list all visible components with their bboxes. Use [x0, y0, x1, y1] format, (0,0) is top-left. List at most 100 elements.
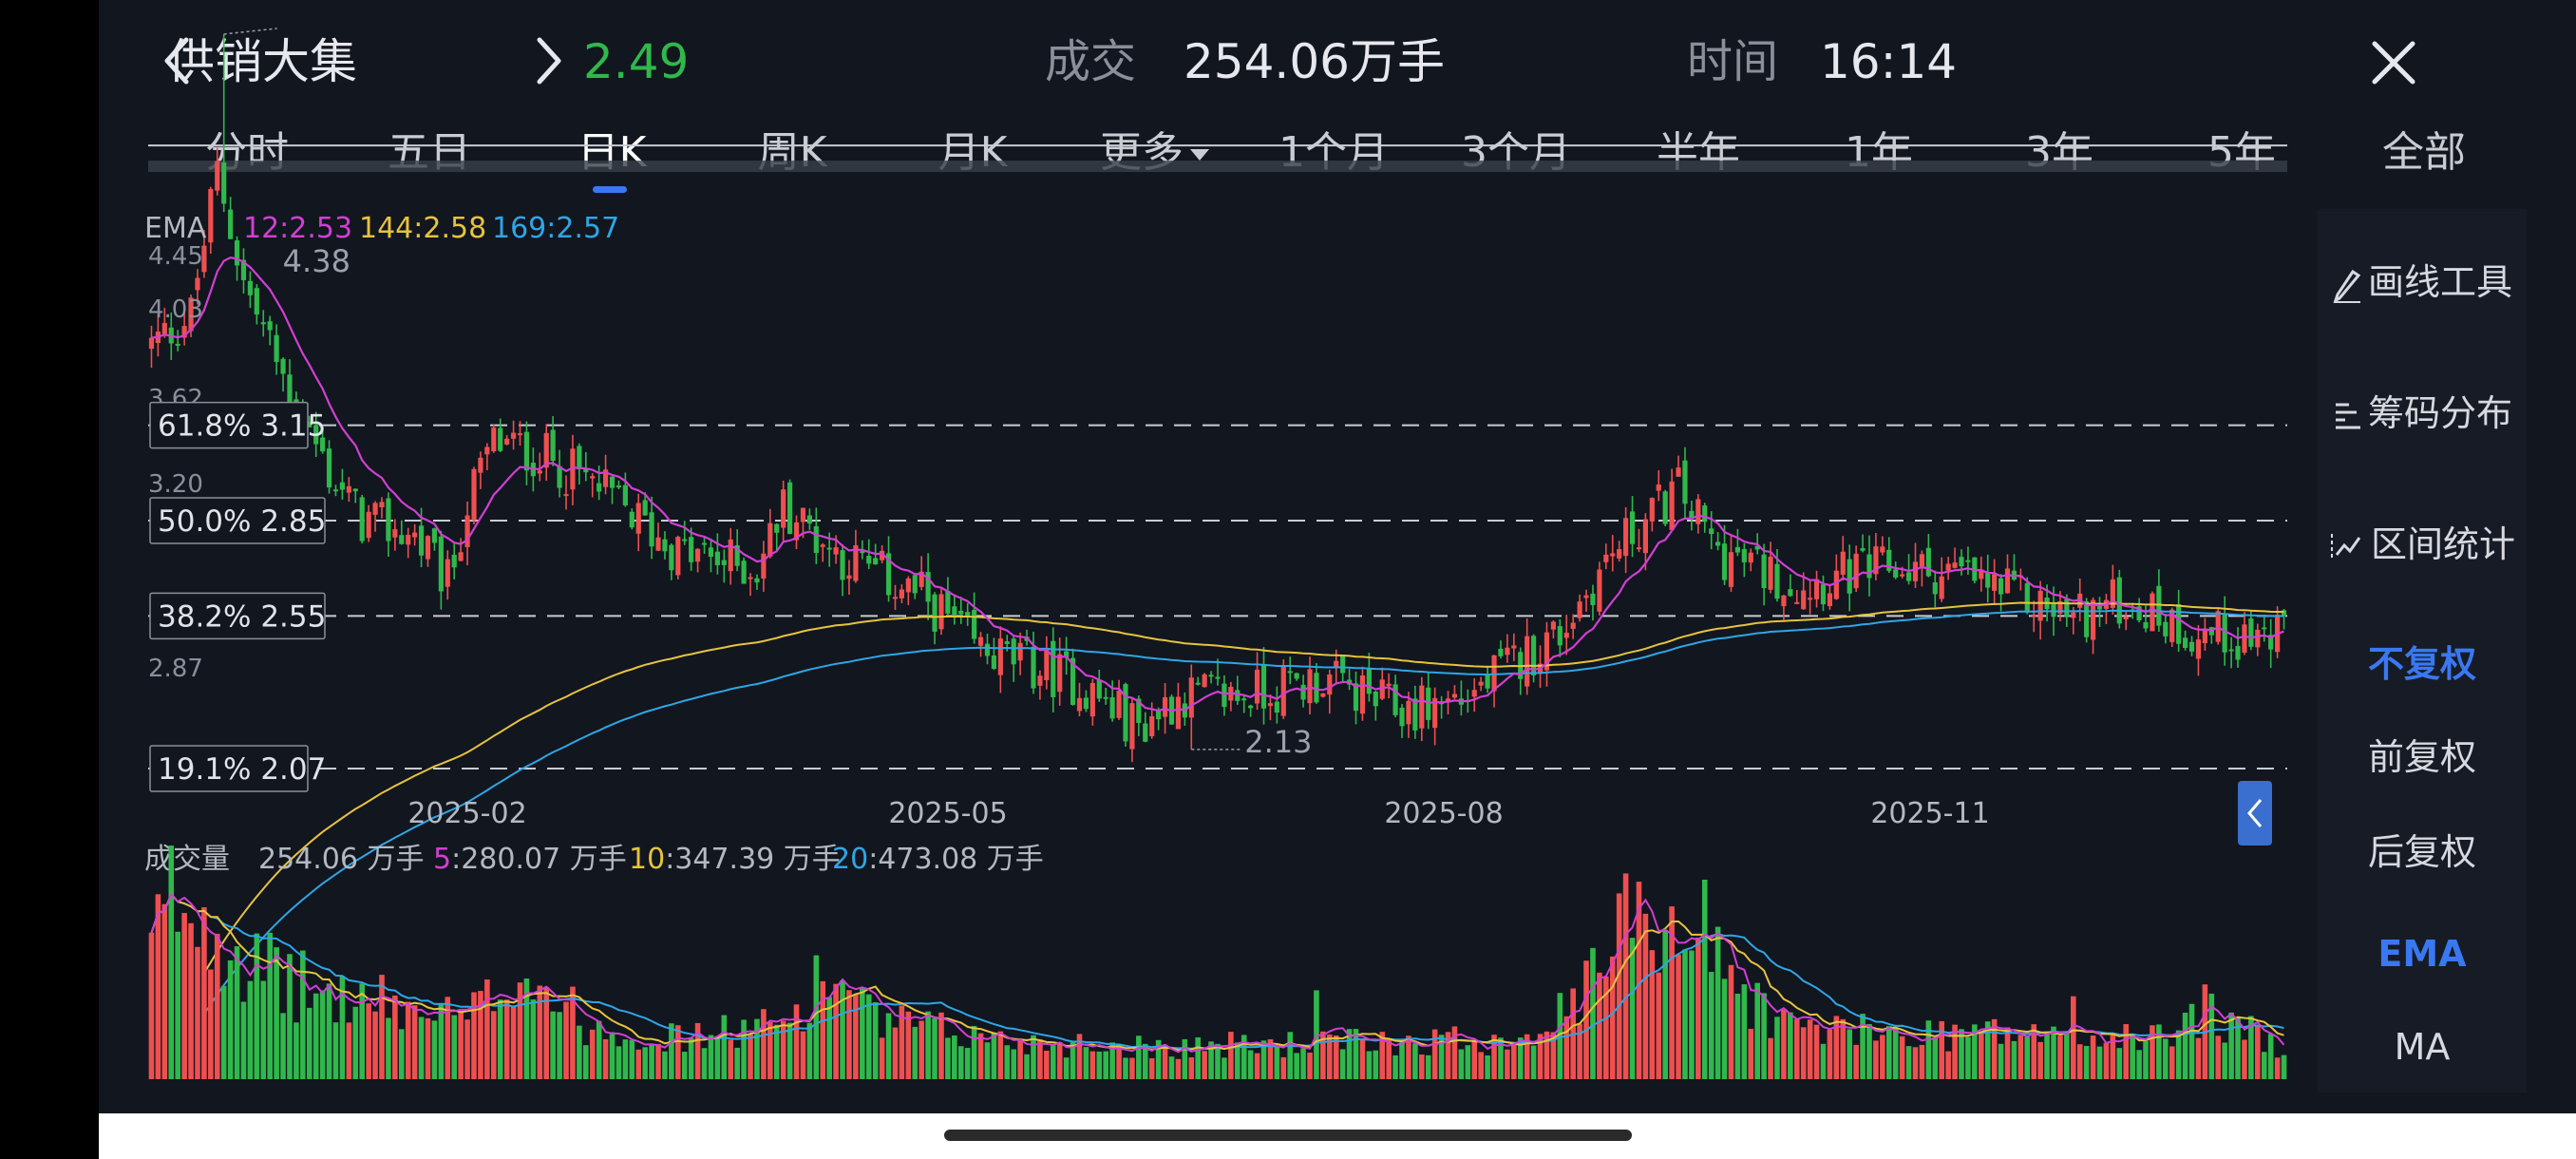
volume-bar	[306, 1007, 313, 1079]
candle-body	[1175, 696, 1182, 730]
candle-body	[346, 485, 351, 493]
candle-body	[1702, 505, 1708, 522]
volume-bar	[201, 907, 207, 1079]
volume-bar	[1800, 1027, 1807, 1079]
volume-bar	[833, 983, 839, 1079]
candle-body	[1715, 542, 1721, 546]
volume-bar	[471, 992, 477, 1079]
candle-body	[1788, 589, 1793, 597]
volume-bar	[1530, 1045, 1537, 1079]
candle-body	[1629, 511, 1636, 544]
candle-body	[866, 555, 872, 564]
volume-bar	[2103, 1042, 2110, 1079]
volume-bar	[945, 1037, 951, 1079]
volume-bar	[1597, 972, 1602, 1079]
home-indicator[interactable]	[944, 1130, 1632, 1141]
candle-body	[616, 485, 622, 488]
volume-bar	[431, 1020, 438, 1079]
volume-bar	[596, 1020, 602, 1079]
volume-bar	[405, 1001, 411, 1079]
collapse-panel-button	[2238, 781, 2272, 846]
volume-bar	[1919, 1044, 1925, 1079]
volume-bar	[1689, 950, 1695, 1079]
volume-bar	[1373, 1050, 1379, 1079]
volume-bar	[1037, 1039, 1043, 1079]
volume-bar	[957, 1046, 964, 1079]
candle-body	[1866, 554, 1872, 579]
x-tick-label-2: 2025-08	[1384, 797, 1503, 830]
candle-body	[1853, 553, 1859, 589]
candle-body	[498, 428, 503, 451]
volume-bar	[971, 1025, 977, 1079]
volume-bar	[352, 1006, 359, 1079]
volume-bar	[1247, 1050, 1254, 1079]
candle-body	[1893, 569, 1899, 578]
candle-body	[366, 511, 371, 539]
candle-body	[2123, 617, 2129, 619]
volume-bar	[1754, 982, 1760, 1079]
candle-body	[1801, 590, 1807, 610]
fib-label-1: 50.0% 2.85	[158, 504, 326, 539]
candle-body	[1939, 576, 1944, 599]
candle-body	[609, 476, 616, 488]
candle-body	[1274, 701, 1279, 713]
volume-bar	[2169, 1046, 2175, 1079]
candle-body	[425, 536, 431, 560]
candle-body	[1900, 574, 1905, 577]
volume-bar	[1714, 926, 1721, 1079]
volume-bar	[1682, 949, 1688, 1079]
candle-body	[714, 551, 720, 565]
volume-bar	[622, 1039, 629, 1079]
candle-body	[1188, 677, 1194, 718]
volume-bar	[1056, 1042, 1063, 1079]
candle-body	[622, 484, 628, 505]
volume-bar	[2156, 1024, 2162, 1079]
volume-bar	[2037, 1041, 2043, 1079]
volume-bar	[1136, 1036, 1142, 1079]
candle-body	[1202, 674, 1207, 688]
candle-body	[1498, 648, 1504, 656]
candle-body	[1327, 674, 1333, 695]
volume-bar	[1063, 1057, 1070, 1079]
ema-legend-169: 169:2.57	[492, 212, 619, 245]
volume-bar	[635, 1049, 642, 1079]
volume-bar	[1649, 950, 1656, 1079]
candle-body	[2255, 629, 2261, 648]
candle-body	[2195, 639, 2202, 659]
volume-bar	[1807, 1019, 1813, 1079]
volume-bar	[879, 1037, 885, 1079]
candle-body	[1748, 552, 1753, 563]
volume-bar	[714, 1037, 721, 1079]
fib-label-3: 19.1% 2.07	[158, 752, 326, 787]
candle-body	[1123, 684, 1128, 742]
candle-body	[208, 188, 214, 243]
candle-body	[701, 542, 708, 545]
volume-bar	[464, 1019, 470, 1079]
volume-bar	[260, 980, 267, 1079]
volume-bar	[359, 983, 365, 1079]
volume-bar	[800, 1031, 806, 1079]
volume-bar	[2057, 1036, 2063, 1079]
volume-bar	[1089, 1051, 1096, 1079]
price-band	[148, 161, 2287, 173]
candle-body	[431, 528, 438, 543]
volume-bar	[2188, 1003, 2195, 1079]
candle-body	[1267, 703, 1274, 707]
candle-body	[1451, 694, 1458, 698]
volume-bar	[1761, 993, 1767, 1079]
candle-body	[840, 550, 845, 580]
ema12-line	[151, 256, 2284, 712]
candle-body	[445, 559, 450, 587]
candle-body	[1813, 579, 1820, 599]
volume-bar	[294, 1022, 299, 1079]
candle-body	[1945, 563, 1951, 571]
volume-bar	[1399, 1039, 1405, 1079]
volume-bar	[1458, 1049, 1465, 1079]
volume-bar	[326, 983, 332, 1079]
candle-body	[464, 515, 470, 547]
candle-body	[741, 560, 747, 584]
volume-bar	[589, 1029, 596, 1079]
candle-body	[379, 502, 385, 507]
volume-bar	[1945, 1051, 1951, 1079]
candle-body	[1998, 578, 2004, 595]
